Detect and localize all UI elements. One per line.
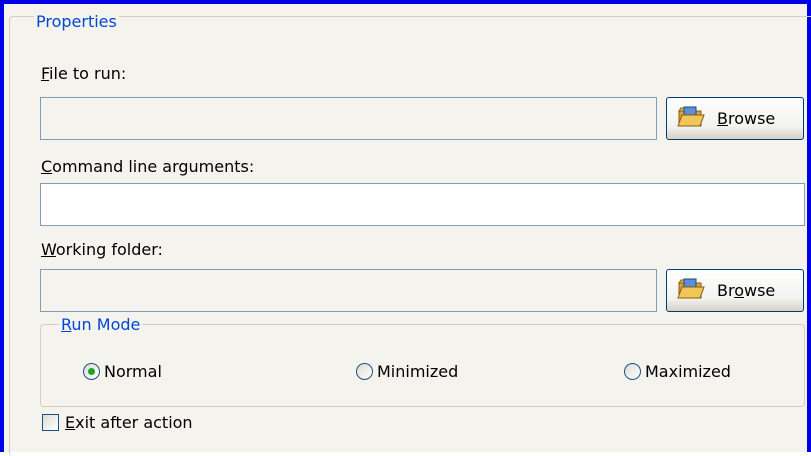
command-line-label: Command line arguments: — [41, 157, 255, 176]
exit-after-action-checkbox[interactable]: Exit after action — [42, 413, 193, 432]
file-to-run-field[interactable] — [40, 97, 657, 140]
folder-open-icon — [677, 105, 705, 133]
checkbox-unchecked-icon — [42, 414, 59, 431]
file-to-run-label: File to run: — [41, 64, 127, 83]
folder-open-icon — [677, 277, 705, 305]
dialog-frame: Properties File to run: Browse Command l… — [0, 0, 811, 456]
command-line-field[interactable] — [40, 183, 805, 226]
working-folder-field[interactable] — [40, 269, 657, 312]
properties-legend: Properties — [34, 12, 119, 32]
run-mode-minimized-radio[interactable]: Minimized — [356, 362, 458, 381]
working-folder-label: Working folder: — [41, 240, 163, 259]
folder-browse-button[interactable]: Browse — [666, 269, 804, 312]
file-browse-button[interactable]: Browse — [666, 97, 804, 140]
radio-unselected-icon — [356, 363, 373, 380]
radio-unselected-icon — [624, 363, 641, 380]
run-mode-maximized-radio[interactable]: Maximized — [624, 362, 731, 381]
run-mode-legend: Run Mode — [59, 315, 143, 335]
radio-selected-icon — [83, 363, 100, 380]
run-mode-normal-radio[interactable]: Normal — [83, 362, 162, 381]
